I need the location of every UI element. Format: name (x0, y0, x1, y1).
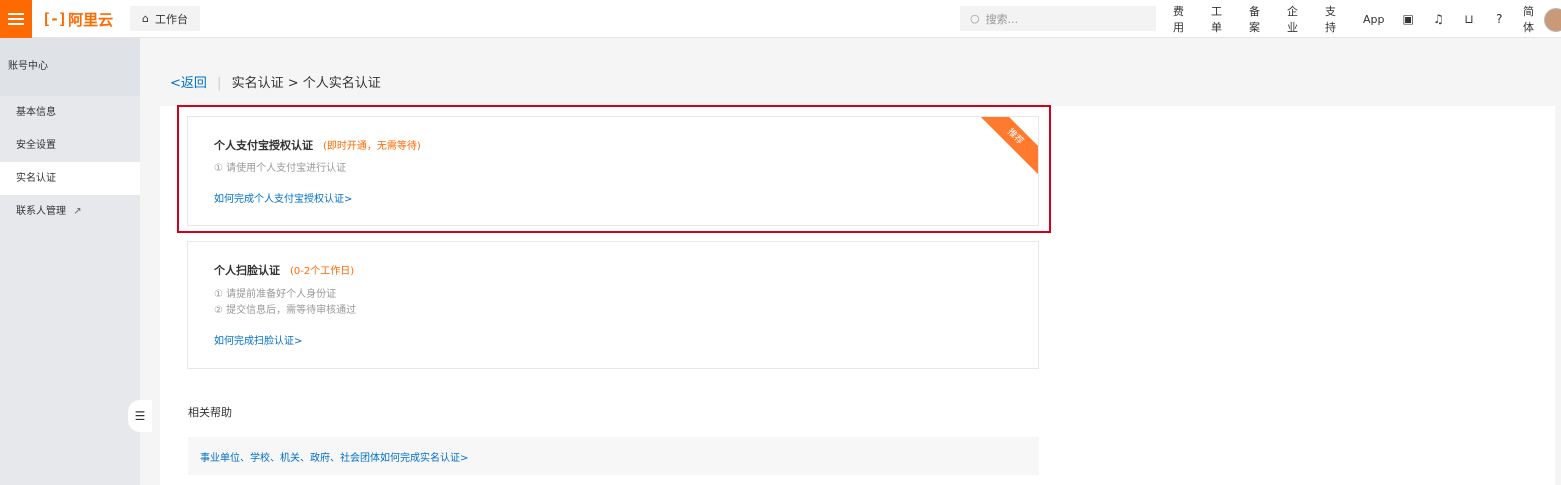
face-scan-help-link[interactable]: 如何完成扫脸认证> (214, 332, 302, 347)
back-link[interactable]: <返回 (170, 76, 207, 91)
breadcrumb: <返回 | 实名认证 > 个人实名认证 (170, 72, 381, 91)
sidebar-item-basic-info[interactable]: 基本信息 (0, 96, 140, 129)
sidebar-item-contacts[interactable]: 联系人管理 ↗ (0, 195, 140, 228)
help-link[interactable]: 事业单位、学校、机关、政府、社会团体如何完成实名认证> (200, 449, 468, 464)
selection-highlight (177, 105, 1051, 233)
sidebar-title: 账号中心 (0, 38, 140, 96)
top-nav-links: 费用 工单 备案 企业 支持 App ▣ ♫ ⊔ ? 简体 (1173, 0, 1561, 38)
card-note: ② 提交信息后，需等待审核通过 (214, 305, 357, 316)
bell-icon[interactable]: ♫ (1432, 12, 1445, 26)
sidebar-item-label: 基本信息 (16, 107, 56, 118)
help-box: 事业单位、学校、机关、政府、社会团体如何完成实名认证> (188, 437, 1039, 475)
sidebar: 账号中心 基本信息 安全设置 实名认证 联系人管理 ↗ (0, 38, 140, 485)
nav-support[interactable]: 支持 (1325, 3, 1346, 35)
hamburger-menu-button[interactable] (0, 0, 32, 38)
nav-icp[interactable]: 备案 (1249, 3, 1270, 35)
face-scan-card[interactable]: 个人扫脸认证 (0-2个工作日) ① 请提前准备好个人身份证 ② 提交信息后，需等… (187, 241, 1039, 369)
card-note: ① 请提前准备好个人身份证 (214, 289, 337, 300)
search-placeholder: 搜索... (985, 12, 1019, 26)
external-link-icon: ↗ (73, 206, 82, 217)
card-badge: (0-2个工作日) (290, 266, 355, 277)
language-switch[interactable]: 简体 (1523, 3, 1544, 35)
sidebar-item-label: 联系人管理 (16, 206, 66, 217)
nav-enterprise[interactable]: 企业 (1287, 3, 1308, 35)
sidebar-item-label: 实名认证 (16, 173, 56, 184)
top-navbar: [-] 阿里云 ⌂ 工作台 ○ 搜索... 费用 工单 备案 企业 支持 App… (0, 0, 1561, 38)
aliyun-logo[interactable]: [-] 阿里云 (42, 8, 113, 30)
sidebar-item-security[interactable]: 安全设置 (0, 129, 140, 162)
workbench-button[interactable]: ⌂ 工作台 (130, 6, 200, 31)
breadcrumb-path: 实名认证 > 个人实名认证 (231, 76, 381, 91)
logo-text: 阿里云 (68, 10, 114, 29)
logo-mark: [-] (42, 10, 67, 28)
menu-icon (8, 13, 24, 25)
home-icon: ⌂ (142, 12, 149, 25)
help-title: 相关帮助 (188, 406, 232, 419)
card-title-text: 个人扫脸认证 (214, 264, 280, 277)
sidebar-item-realname[interactable]: 实名认证 (0, 162, 140, 195)
terminal-icon[interactable]: ▣ (1402, 12, 1415, 26)
search-input[interactable]: ○ 搜索... (960, 6, 1156, 31)
cart-icon[interactable]: ⊔ (1462, 12, 1475, 26)
nav-tickets[interactable]: 工单 (1211, 3, 1232, 35)
help-icon[interactable]: ? (1493, 12, 1506, 26)
avatar[interactable] (1544, 8, 1561, 32)
nav-app[interactable]: App (1363, 13, 1385, 26)
nav-billing[interactable]: 费用 (1173, 3, 1194, 35)
card-title: 个人扫脸认证 (0-2个工作日) (214, 262, 354, 278)
sidebar-item-label: 安全设置 (16, 140, 56, 151)
search-icon: ○ (970, 12, 980, 25)
workbench-label: 工作台 (154, 12, 188, 26)
breadcrumb-separator: | (217, 76, 222, 91)
